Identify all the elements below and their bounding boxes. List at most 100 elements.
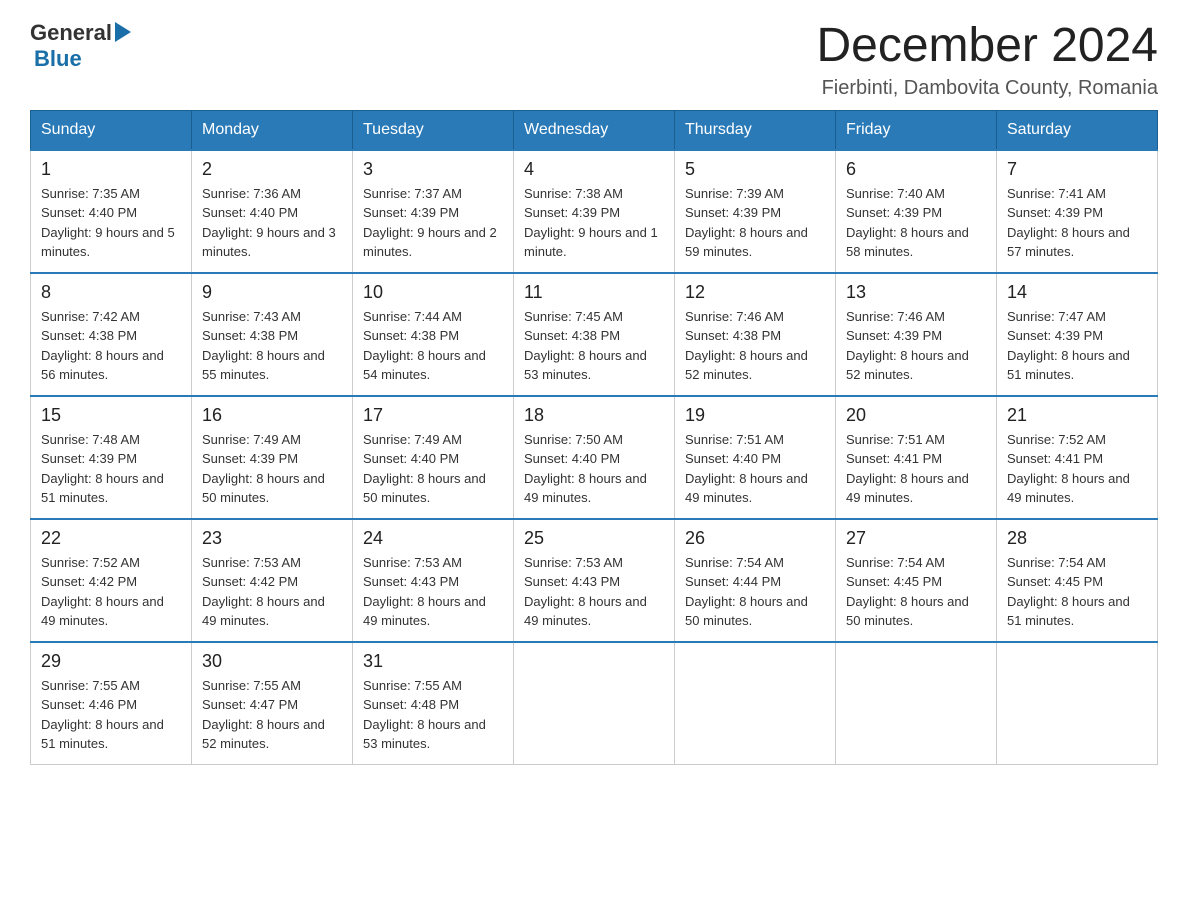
day-info: Sunrise: 7:52 AMSunset: 4:42 PMDaylight:… [41, 553, 181, 631]
day-number: 21 [1007, 405, 1147, 426]
calendar-week-1: 1 Sunrise: 7:35 AMSunset: 4:40 PMDaylight… [31, 150, 1158, 273]
day-number: 20 [846, 405, 986, 426]
calendar-day-23: 23Sunrise: 7:53 AMSunset: 4:42 PMDayligh… [192, 519, 353, 642]
day-number: 26 [685, 528, 825, 549]
day-number: 11 [524, 282, 664, 303]
day-info: Sunrise: 7:55 AMSunset: 4:47 PMDaylight:… [202, 676, 342, 754]
calendar-day-11: 11 Sunrise: 7:45 AMSunset: 4:38 PMDayligh… [514, 273, 675, 396]
day-info: Sunrise: 7:42 AMSunset: 4:38 PMDaylight:… [41, 307, 181, 385]
title-block: December 2024 Fierbinti, Dambovita Count… [816, 20, 1158, 100]
day-info: Sunrise: 7:49 AMSunset: 4:40 PMDaylight:… [363, 430, 503, 508]
day-number: 6 [846, 159, 986, 180]
calendar-week-5: 29 Sunrise: 7:55 AMSunset: 4:46 PMDayligh… [31, 642, 1158, 765]
day-info: Sunrise: 7:49 AMSunset: 4:39 PMDaylight:… [202, 430, 342, 508]
day-number: 22 [41, 528, 181, 549]
day-info: Sunrise: 7:37 AMSunset: 4:39 PMDaylight:… [363, 184, 503, 262]
calendar-day-28: 28Sunrise: 7:54 AMSunset: 4:45 PMDayligh… [997, 519, 1158, 642]
day-info: Sunrise: 7:52 AMSunset: 4:41 PMDaylight:… [1007, 430, 1147, 508]
logo-blue-text: Blue [34, 46, 82, 72]
calendar-header-row: SundayMondayTuesdayWednesdayThursdayFrid… [31, 110, 1158, 150]
day-number: 2 [202, 159, 342, 180]
day-info: Sunrise: 7:35 AMSunset: 4:40 PMDaylight:… [41, 184, 181, 262]
day-number: 1 [41, 159, 181, 180]
day-header-sunday: Sunday [31, 110, 192, 150]
calendar-day-3: 3 Sunrise: 7:37 AMSunset: 4:39 PMDaylight… [353, 150, 514, 273]
day-number: 9 [202, 282, 342, 303]
calendar-table: SundayMondayTuesdayWednesdayThursdayFrid… [30, 110, 1158, 765]
day-info: Sunrise: 7:48 AMSunset: 4:39 PMDaylight:… [41, 430, 181, 508]
day-number: 13 [846, 282, 986, 303]
calendar-day-26: 26 Sunrise: 7:54 AMSunset: 4:44 PMDayligh… [675, 519, 836, 642]
day-info: Sunrise: 7:53 AMSunset: 4:43 PMDaylight:… [524, 553, 664, 631]
day-number: 16 [202, 405, 342, 426]
calendar-day-6: 6 Sunrise: 7:40 AMSunset: 4:39 PMDaylight… [836, 150, 997, 273]
calendar-empty-cell [514, 642, 675, 765]
day-info: Sunrise: 7:53 AMSunset: 4:42 PMDaylight:… [202, 553, 342, 631]
logo-arrow-icon [115, 22, 131, 42]
calendar-day-31: 31 Sunrise: 7:55 AMSunset: 4:48 PMDayligh… [353, 642, 514, 765]
day-info: Sunrise: 7:38 AMSunset: 4:39 PMDaylight:… [524, 184, 664, 262]
day-number: 17 [363, 405, 503, 426]
month-year-title: December 2024 [816, 20, 1158, 73]
day-number: 4 [524, 159, 664, 180]
day-number: 12 [685, 282, 825, 303]
calendar-day-20: 20 Sunrise: 7:51 AMSunset: 4:41 PMDayligh… [836, 396, 997, 519]
calendar-day-25: 25 Sunrise: 7:53 AMSunset: 4:43 PMDayligh… [514, 519, 675, 642]
day-number: 7 [1007, 159, 1147, 180]
calendar-empty-cell [675, 642, 836, 765]
day-info: Sunrise: 7:45 AMSunset: 4:38 PMDaylight:… [524, 307, 664, 385]
day-info: Sunrise: 7:54 AMSunset: 4:45 PMDaylight:… [846, 553, 986, 631]
calendar-day-16: 16 Sunrise: 7:49 AMSunset: 4:39 PMDayligh… [192, 396, 353, 519]
calendar-week-2: 8 Sunrise: 7:42 AMSunset: 4:38 PMDaylight… [31, 273, 1158, 396]
calendar-day-24: 24 Sunrise: 7:53 AMSunset: 4:43 PMDayligh… [353, 519, 514, 642]
day-info: Sunrise: 7:54 AMSunset: 4:44 PMDaylight:… [685, 553, 825, 631]
day-info: Sunrise: 7:36 AMSunset: 4:40 PMDaylight:… [202, 184, 342, 262]
day-info: Sunrise: 7:40 AMSunset: 4:39 PMDaylight:… [846, 184, 986, 262]
calendar-week-3: 15Sunrise: 7:48 AMSunset: 4:39 PMDayligh… [31, 396, 1158, 519]
day-info: Sunrise: 7:39 AMSunset: 4:39 PMDaylight:… [685, 184, 825, 262]
logo-general-text: General [30, 20, 112, 46]
day-number: 31 [363, 651, 503, 672]
calendar-empty-cell [997, 642, 1158, 765]
calendar-empty-cell [836, 642, 997, 765]
day-number: 19 [685, 405, 825, 426]
calendar-week-4: 22 Sunrise: 7:52 AMSunset: 4:42 PMDayligh… [31, 519, 1158, 642]
day-info: Sunrise: 7:41 AMSunset: 4:39 PMDaylight:… [1007, 184, 1147, 262]
day-number: 25 [524, 528, 664, 549]
calendar-day-27: 27 Sunrise: 7:54 AMSunset: 4:45 PMDayligh… [836, 519, 997, 642]
day-header-tuesday: Tuesday [353, 110, 514, 150]
calendar-day-18: 18Sunrise: 7:50 AMSunset: 4:40 PMDayligh… [514, 396, 675, 519]
calendar-day-5: 5Sunrise: 7:39 AMSunset: 4:39 PMDaylight… [675, 150, 836, 273]
day-number: 8 [41, 282, 181, 303]
day-info: Sunrise: 7:51 AMSunset: 4:40 PMDaylight:… [685, 430, 825, 508]
day-number: 10 [363, 282, 503, 303]
calendar-day-2: 2 Sunrise: 7:36 AMSunset: 4:40 PMDaylight… [192, 150, 353, 273]
calendar-day-1: 1 Sunrise: 7:35 AMSunset: 4:40 PMDaylight… [31, 150, 192, 273]
calendar-day-15: 15Sunrise: 7:48 AMSunset: 4:39 PMDayligh… [31, 396, 192, 519]
day-info: Sunrise: 7:55 AMSunset: 4:46 PMDaylight:… [41, 676, 181, 754]
day-number: 30 [202, 651, 342, 672]
calendar-day-12: 12 Sunrise: 7:46 AMSunset: 4:38 PMDayligh… [675, 273, 836, 396]
day-info: Sunrise: 7:55 AMSunset: 4:48 PMDaylight:… [363, 676, 503, 754]
calendar-day-10: 10 Sunrise: 7:44 AMSunset: 4:38 PMDayligh… [353, 273, 514, 396]
day-header-wednesday: Wednesday [514, 110, 675, 150]
day-info: Sunrise: 7:53 AMSunset: 4:43 PMDaylight:… [363, 553, 503, 631]
calendar-day-19: 19 Sunrise: 7:51 AMSunset: 4:40 PMDayligh… [675, 396, 836, 519]
day-number: 29 [41, 651, 181, 672]
day-info: Sunrise: 7:44 AMSunset: 4:38 PMDaylight:… [363, 307, 503, 385]
day-info: Sunrise: 7:54 AMSunset: 4:45 PMDaylight:… [1007, 553, 1147, 631]
calendar-day-8: 8 Sunrise: 7:42 AMSunset: 4:38 PMDaylight… [31, 273, 192, 396]
day-number: 24 [363, 528, 503, 549]
calendar-day-7: 7 Sunrise: 7:41 AMSunset: 4:39 PMDaylight… [997, 150, 1158, 273]
calendar-day-14: 14Sunrise: 7:47 AMSunset: 4:39 PMDayligh… [997, 273, 1158, 396]
day-info: Sunrise: 7:46 AMSunset: 4:38 PMDaylight:… [685, 307, 825, 385]
calendar-day-30: 30 Sunrise: 7:55 AMSunset: 4:47 PMDayligh… [192, 642, 353, 765]
day-number: 3 [363, 159, 503, 180]
day-info: Sunrise: 7:51 AMSunset: 4:41 PMDaylight:… [846, 430, 986, 508]
day-header-friday: Friday [836, 110, 997, 150]
calendar-day-9: 9Sunrise: 7:43 AMSunset: 4:38 PMDaylight… [192, 273, 353, 396]
calendar-day-22: 22 Sunrise: 7:52 AMSunset: 4:42 PMDayligh… [31, 519, 192, 642]
day-number: 27 [846, 528, 986, 549]
calendar-day-21: 21 Sunrise: 7:52 AMSunset: 4:41 PMDayligh… [997, 396, 1158, 519]
logo: General Blue [30, 20, 131, 72]
